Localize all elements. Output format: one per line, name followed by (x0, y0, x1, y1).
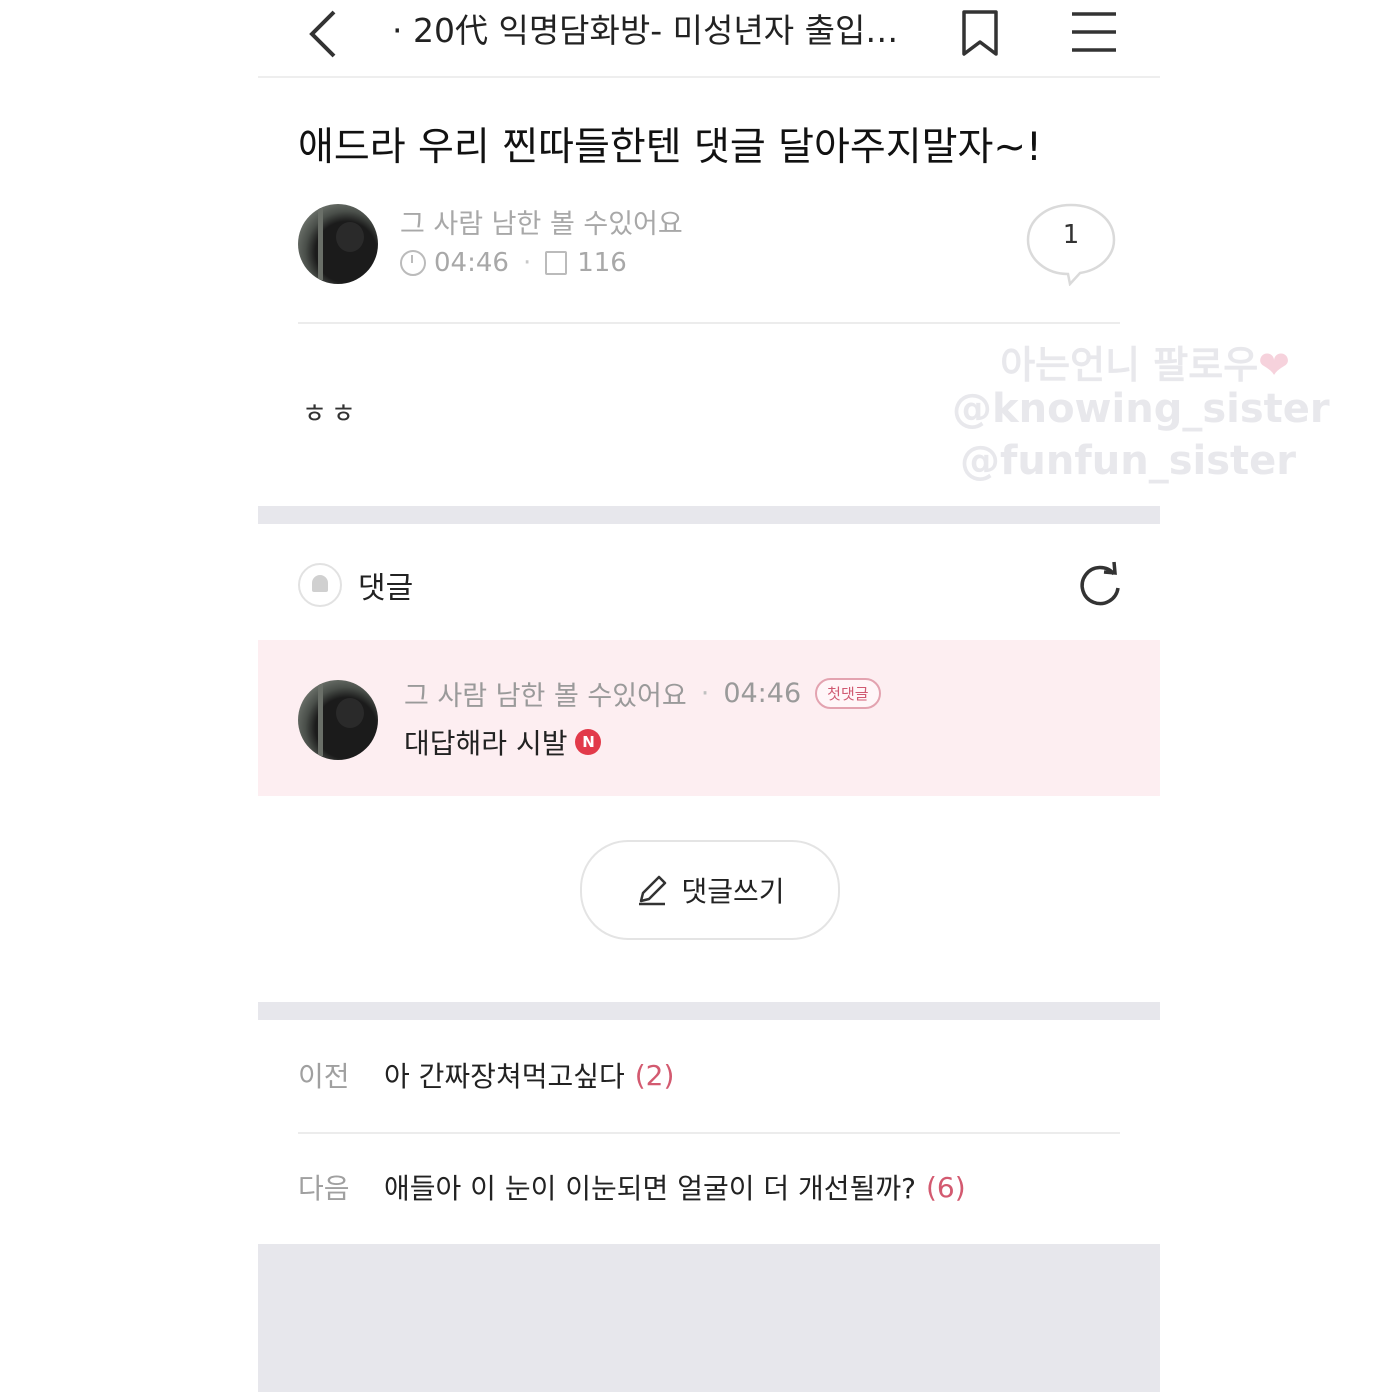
comment-count-button[interactable]: 1 (1024, 202, 1118, 287)
author-name[interactable]: 그 사람 남한 볼 수있어요 (400, 202, 683, 241)
view-count: 116 (577, 248, 627, 278)
next-post-link[interactable]: 다음 애들아 이 눈이 이눈되면 얼굴이 더 개선될까? (6) (298, 1162, 966, 1212)
section-separator (258, 506, 1160, 524)
section-separator (258, 1002, 1160, 1020)
next-post-comment-count: (6) (925, 1170, 966, 1204)
bookmark-icon (962, 10, 998, 56)
write-comment-label: 댓글쓰기 (681, 875, 785, 908)
post-body: ㅎㅎ (302, 399, 360, 430)
comment-text-line: 대답해라 시발 N (404, 722, 602, 762)
hamburger-menu-icon (1072, 12, 1116, 52)
refresh-button[interactable] (1074, 560, 1126, 612)
comments-header: 댓글 (298, 560, 413, 610)
menu-button[interactable] (1066, 8, 1122, 56)
footer-area (258, 1244, 1160, 1392)
comment-count: 1 (1062, 220, 1080, 250)
comment-text: 대답해라 시발 (404, 727, 568, 760)
comments-label: 댓글 (358, 571, 414, 606)
watermark-line1: 아는언니 팔로우 (1000, 343, 1259, 387)
comment-meta: 그 사람 남한 볼 수있어요 · 04:46 첫댓글 (404, 674, 881, 713)
divider (298, 322, 1120, 324)
next-label: 다음 (298, 1172, 350, 1205)
first-comment-badge: 첫댓글 (815, 678, 881, 709)
previous-label: 이전 (298, 1060, 350, 1093)
bookmark-button[interactable] (958, 4, 1002, 60)
cafe-board-title[interactable]: · 20代 익명담화방- 미성년자 출입… (392, 6, 912, 56)
comment-author-avatar[interactable] (298, 680, 378, 760)
post-title: 애드라 우리 찐따들한텐 댓글 달아주지말자~! (298, 125, 1042, 170)
watermark-follow-text: 아는언니 팔로우❤ (930, 334, 1290, 389)
comment-time: 04:46 (723, 678, 802, 709)
comment-author[interactable]: 그 사람 남한 볼 수있어요 (404, 674, 687, 713)
watermark-handle-2: @funfun_sister (959, 438, 1296, 484)
watermark-handle-1: @knowing_sister (952, 386, 1330, 432)
pencil-icon (639, 875, 667, 906)
divider (298, 1132, 1120, 1134)
previous-post-comment-count: (2) (634, 1058, 675, 1092)
heart-icon: ❤ (1258, 343, 1290, 387)
previous-post-title[interactable]: 아 간짜장쳐먹고싶다 (384, 1055, 625, 1095)
post-time: 04:46 (434, 248, 509, 278)
post-meta: 04:46 · 116 (400, 248, 627, 278)
meta-separator: · (700, 678, 710, 709)
comment-item: 그 사람 남한 볼 수있어요 · 04:46 첫댓글 대답해라 시발 N (258, 640, 1160, 796)
meta-separator: · (522, 248, 532, 278)
write-comment-button[interactable]: 댓글쓰기 (580, 840, 840, 940)
post-screen: · 20代 익명담화방- 미성년자 출입… 애드라 우리 찐따들한텐 댓글 달아… (258, 0, 1160, 1392)
previous-post-link[interactable]: 이전 아 간짜장쳐먹고싶다 (2) (298, 1050, 674, 1100)
back-arrow-icon (309, 10, 336, 58)
author-avatar[interactable] (298, 204, 378, 284)
document-icon (545, 251, 568, 275)
next-post-title[interactable]: 애들아 이 눈이 이눈되면 얼굴이 더 개선될까? (384, 1167, 916, 1207)
refresh-icon (1080, 561, 1120, 606)
back-button[interactable] (298, 4, 348, 60)
clock-icon (400, 250, 426, 276)
new-badge: N (575, 729, 602, 755)
bell-icon[interactable] (298, 563, 342, 607)
top-bar: · 20代 익명담화방- 미성년자 출입… (258, 0, 1160, 78)
